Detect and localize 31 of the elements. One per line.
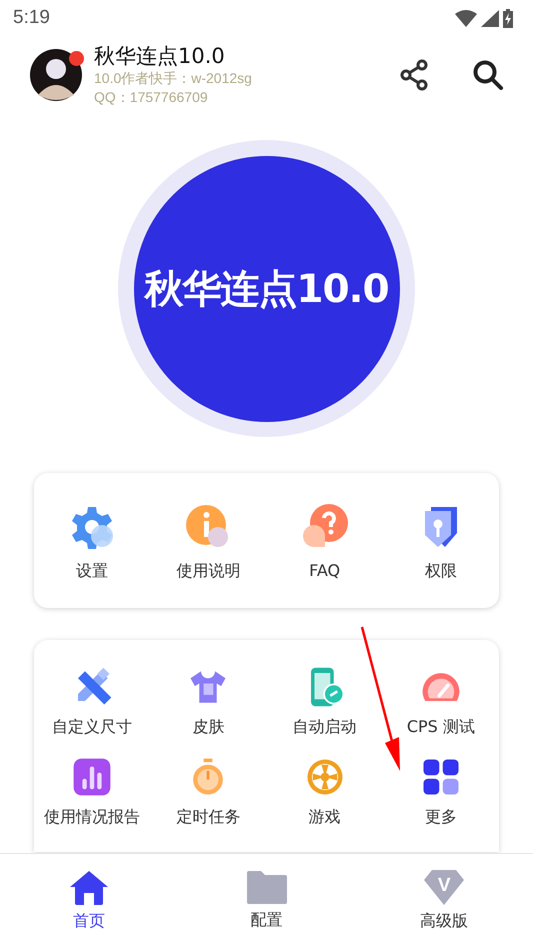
share-icon	[398, 59, 430, 91]
menu-item[interactable]: 游戏	[266, 756, 383, 828]
start-button[interactable]: 秋华连点10.0	[134, 156, 400, 422]
clock: 5:19	[13, 7, 50, 29]
author-info: 10.0作者快手：w-2012sg	[94, 69, 253, 88]
menu-item[interactable]: 更多	[382, 756, 499, 828]
search-button[interactable]	[471, 58, 505, 92]
menu-item[interactable]: FAQ	[266, 503, 383, 582]
menu-item[interactable]: 权限	[382, 503, 499, 582]
app-title: 秋华连点10.0	[94, 43, 226, 69]
folder-icon	[246, 871, 286, 904]
menu-item[interactable]: 自动启动	[266, 666, 383, 738]
menu-item[interactable]: CPS 测试	[382, 666, 499, 738]
signal-icon	[481, 10, 499, 26]
diamond-v-icon: V	[424, 870, 464, 905]
wifi-icon	[455, 10, 477, 26]
menu-item[interactable]: 使用情况报告	[34, 756, 150, 828]
bar-chart-icon	[71, 756, 114, 798]
battery-icon	[503, 8, 513, 28]
nav-tab[interactable]: V 高级版	[355, 854, 533, 948]
menu-item[interactable]: 皮肤	[150, 666, 266, 738]
author-info: QQ：1757766709	[94, 88, 209, 107]
nav-tab[interactable]: 配置	[178, 854, 356, 948]
home-icon	[70, 870, 108, 904]
menu-item[interactable]: 定时任务	[150, 756, 266, 828]
nav-tab[interactable]: 首页	[0, 854, 178, 948]
menu-item[interactable]: 自定义尺寸	[34, 666, 150, 738]
search-icon	[472, 59, 504, 91]
avatar	[30, 49, 82, 101]
menu-item[interactable]: 设置	[34, 503, 150, 582]
menu-item[interactable]: 使用说明	[150, 503, 266, 582]
